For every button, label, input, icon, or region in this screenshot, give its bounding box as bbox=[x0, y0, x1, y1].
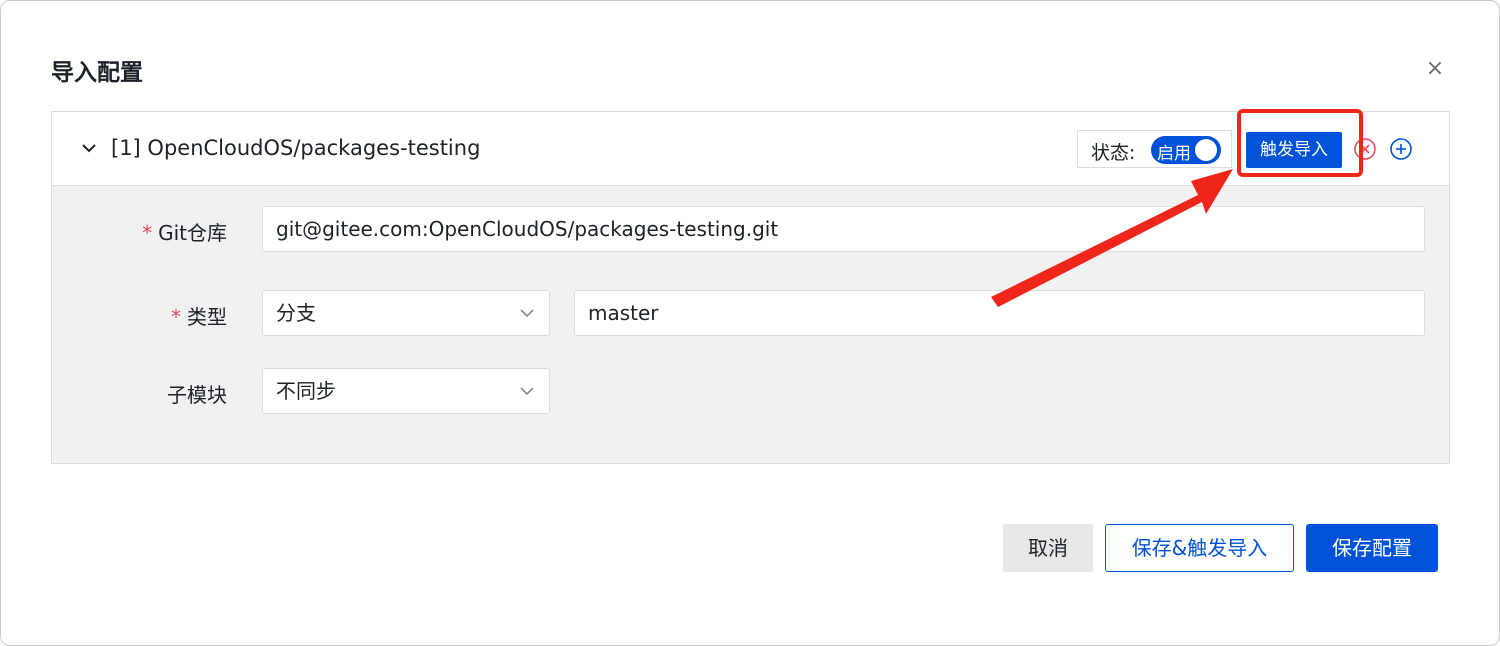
type-select[interactable]: 分支 bbox=[262, 290, 550, 336]
branch-input[interactable]: master bbox=[574, 290, 1425, 336]
config-panel: [1] OpenCloudOS/packages-testing 状态: 启用 … bbox=[51, 111, 1450, 464]
config-panel-header: [1] OpenCloudOS/packages-testing 状态: 启用 … bbox=[52, 112, 1449, 186]
status-box: 状态: 启用 bbox=[1077, 130, 1232, 168]
submodule-select-value: 不同步 bbox=[276, 379, 336, 403]
status-label: 状态: bbox=[1091, 142, 1136, 164]
type-label: * 类型 bbox=[67, 301, 227, 330]
import-config-dialog: 导入配置 × [1] OpenCloudOS/packages-testing … bbox=[0, 0, 1500, 646]
submodule-select[interactable]: 不同步 bbox=[262, 368, 550, 414]
type-label-text: 类型 bbox=[187, 305, 227, 329]
required-mark: * bbox=[142, 221, 153, 245]
type-select-value: 分支 bbox=[276, 301, 316, 325]
config-form: * Git仓库 git@gitee.com:OpenCloudOS/package… bbox=[52, 186, 1449, 463]
save-and-trigger-button[interactable]: 保存&触发导入 bbox=[1105, 524, 1294, 572]
git-label-text: Git仓库 bbox=[158, 221, 227, 245]
submodule-label: 子模块 bbox=[167, 383, 227, 407]
trigger-import-button[interactable]: 触发导入 bbox=[1246, 132, 1342, 168]
close-icon[interactable]: × bbox=[1424, 58, 1446, 80]
status-toggle[interactable]: 启用 bbox=[1151, 136, 1221, 164]
chevron-down-icon[interactable] bbox=[79, 138, 99, 158]
required-mark: * bbox=[171, 305, 181, 329]
toggle-knob bbox=[1195, 139, 1217, 161]
cancel-button[interactable]: 取消 bbox=[1003, 524, 1093, 572]
toggle-text: 启用 bbox=[1157, 144, 1191, 164]
git-repo-input[interactable]: git@gitee.com:OpenCloudOS/packages-testi… bbox=[262, 206, 1425, 252]
chevron-down-icon bbox=[520, 387, 534, 396]
add-circle-icon[interactable] bbox=[1389, 137, 1413, 161]
dialog-title: 导入配置 bbox=[51, 60, 143, 86]
repo-title: [1] OpenCloudOS/packages-testing bbox=[111, 136, 481, 160]
chevron-down-icon bbox=[520, 309, 534, 318]
remove-circle-icon[interactable] bbox=[1353, 137, 1377, 161]
save-config-button[interactable]: 保存配置 bbox=[1306, 524, 1438, 572]
git-label: * Git仓库 bbox=[67, 217, 227, 246]
